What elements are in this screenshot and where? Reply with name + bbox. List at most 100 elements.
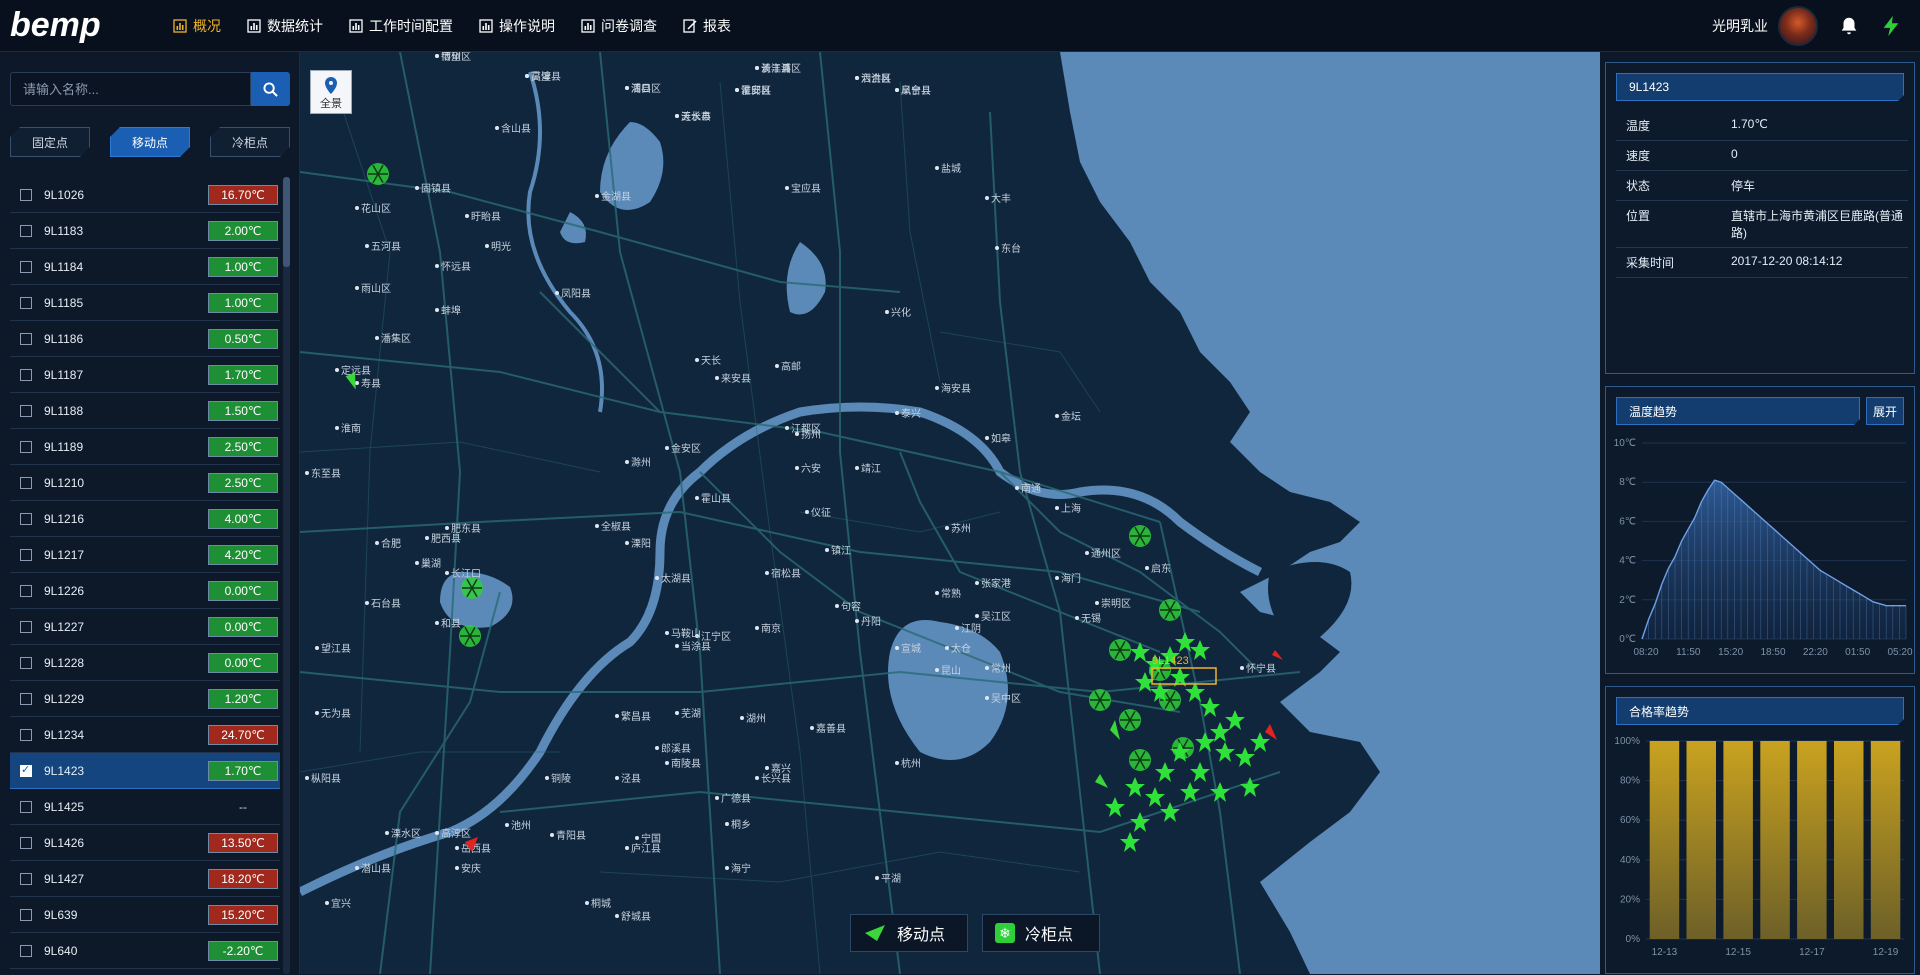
legend-moving-point[interactable]: 移动点: [850, 914, 968, 952]
item-checkbox[interactable]: [20, 692, 32, 705]
moving-arrow-icon[interactable]: [1145, 787, 1165, 807]
legend-cold-cabinet[interactable]: ❄ 冷柜点: [982, 914, 1100, 952]
list-item[interactable]: 9L1423 1.70℃: [10, 753, 280, 789]
logo[interactable]: bemp: [0, 0, 150, 52]
moving-arrow-icon[interactable]: [1130, 642, 1150, 662]
moving-arrow-icon[interactable]: [1120, 832, 1140, 852]
scrollbar[interactable]: [283, 177, 290, 974]
bell-icon[interactable]: [1838, 15, 1860, 37]
list-item[interactable]: 9L1210 2.50℃: [10, 465, 280, 501]
snowflake-icon[interactable]: [1129, 525, 1151, 547]
list-item[interactable]: 9L1216 4.00℃: [10, 501, 280, 537]
pass-rate-bar[interactable]: [1760, 741, 1790, 939]
snowflake-icon[interactable]: [461, 577, 483, 599]
expand-button[interactable]: 展开: [1866, 397, 1904, 425]
item-checkbox[interactable]: [20, 548, 32, 561]
list-item[interactable]: 9L1426 13.50℃: [10, 825, 280, 861]
moving-arrow-icon[interactable]: [1105, 797, 1125, 817]
pass-rate-bar[interactable]: [1723, 741, 1753, 939]
snowflake-icon[interactable]: [367, 163, 389, 185]
moving-arrow-icon[interactable]: [1175, 632, 1195, 652]
snowflake-icon[interactable]: [1109, 639, 1131, 661]
scrollbar-thumb[interactable]: [283, 177, 290, 267]
list-item[interactable]: 9L639 15.20℃: [10, 897, 280, 933]
moving-arrow-icon[interactable]: [1195, 732, 1215, 752]
list-item[interactable]: 9L1226 0.00℃: [10, 573, 280, 609]
moving-arrow-icon[interactable]: [1125, 777, 1145, 797]
snowflake-icon[interactable]: [1119, 709, 1141, 731]
map-view[interactable]: 宿州 灵璧县 泗县 泗洪县 涟水县 清江浦区 淮安区 阜宁县 盐城 大丰 宝应县 金湖县 盱眙县 固镇县五…: [300, 52, 1600, 974]
item-checkbox[interactable]: [20, 908, 32, 921]
snowflake-icon[interactable]: [1159, 599, 1181, 621]
list-item[interactable]: 9L1217 4.20℃: [10, 537, 280, 573]
list-item[interactable]: 9L1425 --: [10, 789, 280, 825]
nav-item-1[interactable]: 数据统计: [247, 16, 323, 36]
item-checkbox[interactable]: [20, 836, 32, 849]
lightning-icon[interactable]: [1880, 15, 1902, 37]
item-checkbox[interactable]: [20, 440, 32, 453]
list-item[interactable]: 9L1184 1.00℃: [10, 249, 280, 285]
moving-arrow-icon[interactable]: [1235, 747, 1255, 767]
moving-arrow-icon[interactable]: [1215, 742, 1235, 762]
nav-item-0[interactable]: 概况: [173, 16, 221, 36]
list-item[interactable]: 9L1186 0.50℃: [10, 321, 280, 357]
list-item[interactable]: 9L1185 1.00℃: [10, 285, 280, 321]
list-item[interactable]: 9L1187 1.70℃: [10, 357, 280, 393]
pass-rate-bar[interactable]: [1797, 741, 1827, 939]
nav-item-4[interactable]: 问卷调查: [581, 16, 657, 36]
item-checkbox[interactable]: [20, 368, 32, 381]
list-item[interactable]: 9L1229 1.20℃: [10, 681, 280, 717]
item-checkbox[interactable]: [20, 512, 32, 525]
item-checkbox[interactable]: [20, 224, 32, 237]
item-checkbox[interactable]: [20, 584, 32, 597]
list-item[interactable]: 9L1234 24.70℃: [10, 717, 280, 753]
list-item[interactable]: 9L1228 0.00℃: [10, 645, 280, 681]
item-checkbox[interactable]: [20, 260, 32, 273]
tab-0[interactable]: 固定点: [10, 127, 90, 157]
item-checkbox[interactable]: [20, 944, 32, 957]
item-checkbox[interactable]: [20, 476, 32, 489]
nav-item-3[interactable]: 操作说明: [479, 16, 555, 36]
list-item[interactable]: 9L1188 1.50℃: [10, 393, 280, 429]
nav-item-2[interactable]: 工作时间配置: [349, 16, 453, 36]
moving-arrow-icon[interactable]: [1110, 720, 1120, 740]
snowflake-icon[interactable]: [1129, 749, 1151, 771]
nav-item-5[interactable]: 报表: [683, 16, 731, 36]
pass-rate-bar[interactable]: [1686, 741, 1717, 939]
list-item[interactable]: 9L1189 2.50℃: [10, 429, 280, 465]
moving-arrow-icon[interactable]: [1095, 774, 1108, 788]
item-checkbox[interactable]: [20, 404, 32, 417]
item-checkbox[interactable]: [20, 728, 32, 741]
fullview-button[interactable]: 全景: [310, 70, 352, 114]
search-input[interactable]: [10, 72, 251, 106]
moving-arrow-icon[interactable]: [1185, 682, 1205, 702]
moving-arrow-icon[interactable]: [1190, 640, 1210, 660]
item-checkbox[interactable]: [20, 332, 32, 345]
tab-1[interactable]: 移动点: [110, 127, 190, 157]
moving-arrow-icon[interactable]: [1155, 762, 1175, 782]
moving-arrow-icon[interactable]: [1225, 710, 1245, 730]
moving-arrow-icon[interactable]: [1190, 762, 1210, 782]
item-checkbox[interactable]: [20, 296, 32, 309]
pass-rate-bar[interactable]: [1834, 741, 1864, 939]
avatar[interactable]: [1778, 6, 1818, 46]
list-item[interactable]: 9L1427 18.20℃: [10, 861, 280, 897]
item-checkbox[interactable]: [20, 800, 32, 813]
pass-rate-bar[interactable]: [1870, 741, 1901, 939]
item-checkbox[interactable]: [20, 763, 32, 777]
item-checkbox[interactable]: [20, 656, 32, 669]
item-checkbox[interactable]: [20, 872, 32, 885]
pass-rate-bar[interactable]: [1649, 741, 1680, 939]
moving-arrow-icon[interactable]: [1272, 650, 1283, 660]
moving-arrow-icon[interactable]: [1210, 782, 1230, 802]
item-checkbox[interactable]: [20, 188, 32, 201]
list-item[interactable]: 9L1026 16.70℃: [10, 177, 280, 213]
map-canvas[interactable]: 宿州灵璧县泗县泗洪县涟水县清江浦区淮安区 阜宁县盐城大丰宝应县金湖县盱眙县固镇县五…: [300, 52, 1600, 974]
snowflake-icon[interactable]: [1089, 689, 1111, 711]
moving-arrow-icon[interactable]: [1250, 732, 1270, 752]
item-checkbox[interactable]: [20, 620, 32, 633]
snowflake-icon[interactable]: [459, 625, 481, 647]
list-item[interactable]: 9L640 -2.20℃: [10, 933, 280, 969]
moving-arrow-icon[interactable]: [1265, 724, 1277, 740]
list-item[interactable]: 9L1227 0.00℃: [10, 609, 280, 645]
